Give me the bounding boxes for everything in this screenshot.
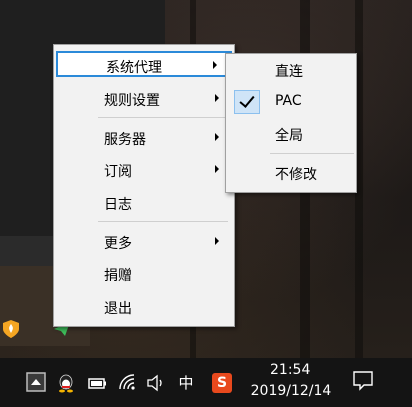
- menu-item-rules[interactable]: 规则设置: [56, 86, 232, 112]
- submenu-item-label: 不修改: [275, 167, 317, 183]
- menu-item-label: 日志: [104, 197, 132, 213]
- menu-item-exit[interactable]: 退出: [56, 294, 232, 320]
- submenu-item-label: PAC: [275, 93, 302, 109]
- chevron-right-icon: [215, 133, 219, 141]
- menu-item-label: 规则设置: [104, 93, 160, 109]
- volume-icon[interactable]: [146, 373, 166, 393]
- qq-penguin-icon[interactable]: [56, 373, 76, 393]
- show-hidden-icons-button[interactable]: [26, 372, 46, 392]
- menu-item-system-proxy[interactable]: 系统代理: [56, 51, 232, 77]
- input-method-indicator[interactable]: 中: [176, 373, 196, 393]
- menu-item-label: 服务器: [104, 132, 146, 148]
- menu-item-servers[interactable]: 服务器: [56, 125, 232, 151]
- submenu-item-label: 全局: [275, 128, 303, 144]
- chevron-right-icon: [215, 237, 219, 245]
- submenu-item-pac[interactable]: PAC: [228, 89, 354, 115]
- menu-item-log[interactable]: 日志: [56, 190, 232, 216]
- menu-separator: [98, 221, 228, 222]
- menu-item-label: 更多: [104, 236, 132, 252]
- submenu-item-label: 直连: [275, 64, 303, 80]
- chevron-right-icon: [215, 94, 219, 102]
- clock-date[interactable]: 2019/12/14: [247, 383, 335, 399]
- menu-item-label: 退出: [104, 301, 132, 317]
- submenu-item-global[interactable]: 全局: [228, 121, 354, 147]
- submenu-separator: [270, 153, 354, 154]
- menu-item-label: 订阅: [104, 164, 132, 180]
- menu-item-label: 捐赠: [104, 268, 132, 284]
- context-menu: 系统代理 规则设置 服务器 订阅 日志 更多 捐赠 退出: [53, 44, 235, 327]
- clock-time[interactable]: 21:54: [270, 362, 310, 378]
- taskbar: 中 S 21:54 2019/12/14: [0, 358, 412, 407]
- shield-icon[interactable]: [3, 320, 19, 338]
- menu-item-donate[interactable]: 捐赠: [56, 261, 232, 287]
- chevron-right-icon: [215, 165, 219, 173]
- menu-item-label: 系统代理: [106, 60, 162, 76]
- submenu-item-direct[interactable]: 直连: [228, 57, 354, 83]
- submenu-item-no-change[interactable]: 不修改: [228, 160, 354, 186]
- wifi-icon[interactable]: [118, 373, 138, 393]
- menu-item-subscribe[interactable]: 订阅: [56, 157, 232, 183]
- check-icon: [234, 90, 260, 114]
- battery-icon[interactable]: [88, 373, 108, 393]
- menu-item-more[interactable]: 更多: [56, 229, 232, 255]
- menu-separator: [98, 117, 228, 118]
- proxy-submenu: 直连 PAC 全局 不修改: [225, 53, 357, 193]
- notification-center-icon[interactable]: [352, 370, 374, 392]
- chevron-right-icon: [213, 61, 217, 69]
- sogou-input-icon[interactable]: S: [212, 373, 232, 393]
